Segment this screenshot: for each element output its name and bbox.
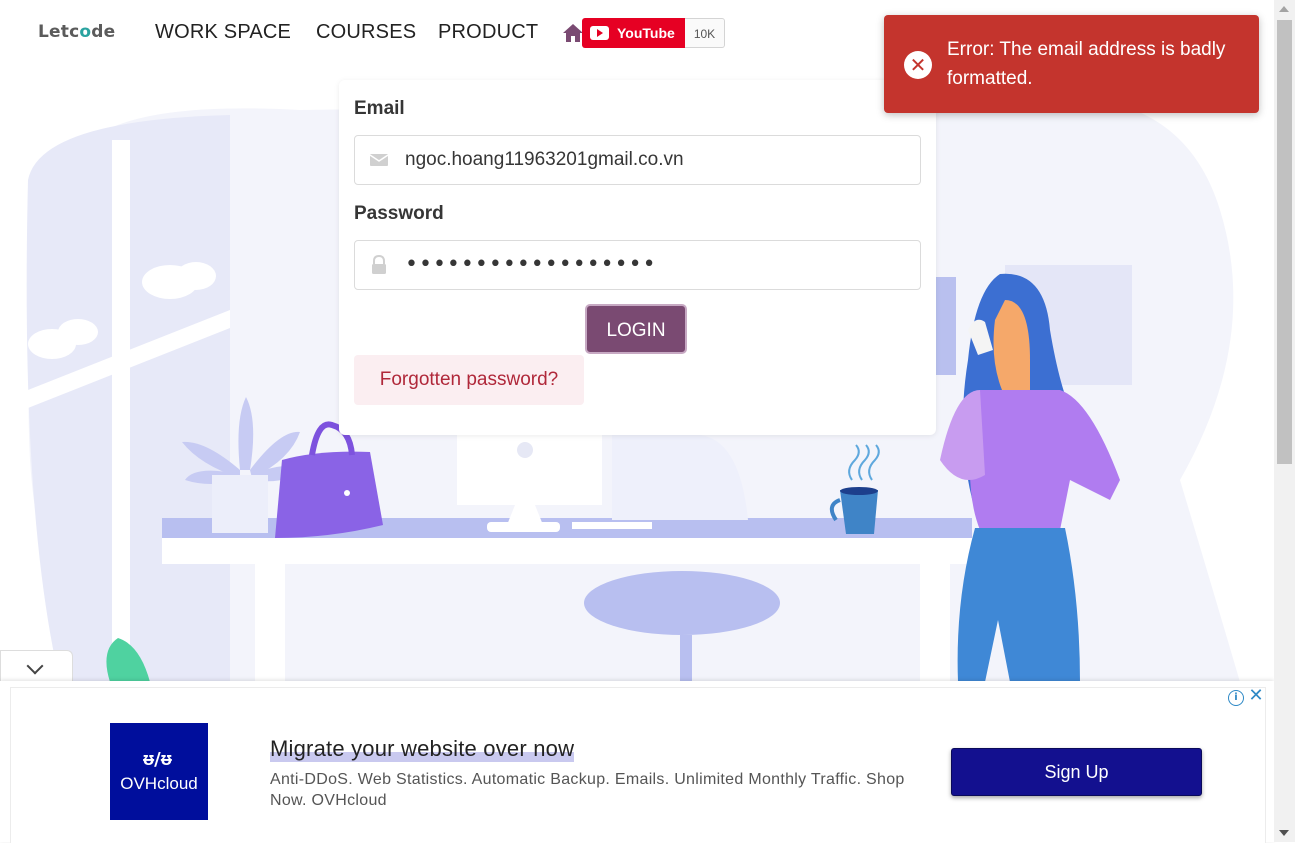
- youtube-subscribe-button[interactable]: YouTube: [582, 18, 685, 48]
- logo-text-1: Letc: [38, 22, 80, 42]
- youtube-play-icon: [590, 26, 609, 40]
- ad-content[interactable]: ᵿ/ᵿ OVHcloud Migrate your website over n…: [10, 687, 1266, 843]
- email-field[interactable]: ngoc.hoang11963201gmail.co.vn: [354, 135, 921, 185]
- page-scrollbar[interactable]: [1274, 0, 1295, 842]
- ad-banner: ᵿ/ᵿ OVHcloud Migrate your website over n…: [0, 681, 1274, 843]
- scroll-up-arrow-icon[interactable]: [1279, 6, 1289, 12]
- scroll-down-arrow-icon[interactable]: [1279, 830, 1289, 836]
- logo-text-3: de: [91, 22, 116, 42]
- youtube-subscriber-count: 10K: [685, 18, 725, 48]
- lock-icon: [372, 255, 386, 274]
- ad-close-icon[interactable]: ✕: [1248, 687, 1264, 705]
- login-form: Email ngoc.hoang11963201gmail.co.vn Pass…: [339, 80, 936, 435]
- password-value: ••••••••••••••••••: [405, 252, 657, 277]
- ovh-logo-icon: ᵿ/ᵿ: [143, 749, 172, 770]
- chevron-down-icon: [26, 657, 44, 675]
- ad-description: Anti-DDoS. Web Statistics. Automatic Bac…: [270, 771, 905, 809]
- site-logo[interactable]: Letcode: [38, 22, 115, 42]
- ad-collapse-toggle[interactable]: [0, 650, 73, 683]
- nav-item-courses[interactable]: COURSES: [316, 21, 416, 44]
- envelope-icon: [369, 154, 389, 166]
- ad-signup-button[interactable]: Sign Up: [951, 748, 1202, 796]
- scrollbar-thumb[interactable]: [1277, 20, 1292, 464]
- ad-headline[interactable]: Migrate your website over now: [270, 736, 575, 762]
- close-circle-icon[interactable]: ✕: [904, 51, 932, 79]
- password-field[interactable]: ••••••••••••••••••: [354, 240, 921, 290]
- logo-text-2: o: [79, 22, 92, 42]
- ad-info-icon[interactable]: i: [1228, 690, 1244, 706]
- email-value: ngoc.hoang11963201gmail.co.vn: [405, 149, 684, 170]
- nav-item-workspace[interactable]: WORK SPACE: [155, 21, 291, 44]
- home-icon[interactable]: [562, 23, 584, 43]
- youtube-label: YouTube: [617, 25, 675, 41]
- password-label: Password: [354, 203, 444, 224]
- ad-brand-logo[interactable]: ᵿ/ᵿ OVHcloud: [110, 723, 208, 820]
- forgot-password-link[interactable]: Forgotten password?: [354, 355, 584, 405]
- email-label: Email: [354, 98, 405, 119]
- nav-item-product[interactable]: PRODUCT: [438, 21, 538, 44]
- toast-message: Error: The email address is badly format…: [947, 39, 1226, 89]
- ad-brand-name: OVHcloud: [120, 774, 198, 793]
- error-toast[interactable]: ✕ Error: The email address is badly form…: [884, 15, 1259, 113]
- login-button[interactable]: LOGIN: [585, 304, 687, 354]
